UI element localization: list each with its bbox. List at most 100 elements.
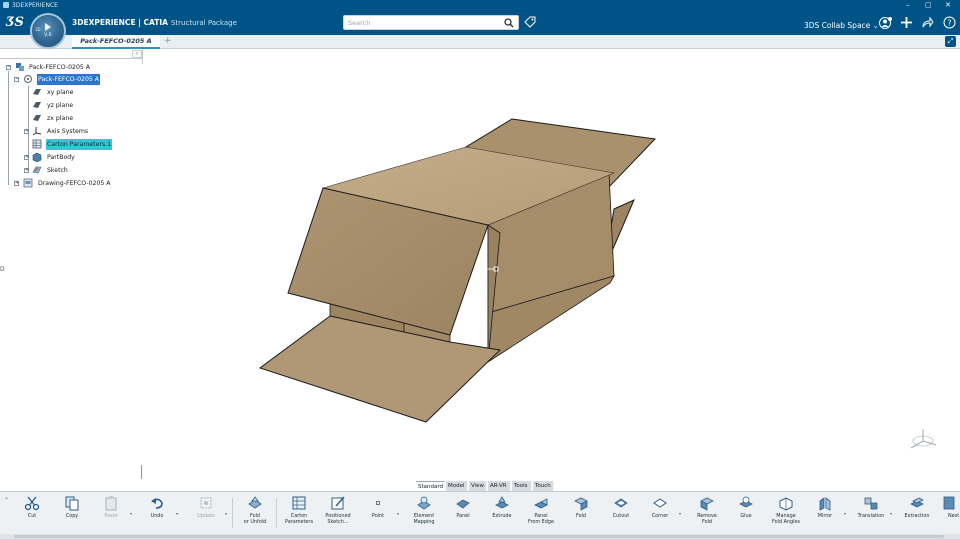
paste-button[interactable]: Paste ▾ (93, 495, 132, 519)
fold-or-unfold-label-2: or Unfold (243, 519, 267, 525)
sketch-pencil-icon (331, 496, 345, 510)
collab-space-selector[interactable]: 3DS Collab Space ⌄ (804, 21, 879, 30)
minimize-button[interactable]: – (906, 0, 910, 11)
mirror-label: Mirror (817, 513, 833, 519)
update-label: Update (197, 513, 215, 519)
dropdown-arrow-icon[interactable]: ▾ (397, 511, 399, 516)
translation-label: Translation (857, 513, 885, 519)
translation-button[interactable]: Translation ▾ (853, 495, 892, 519)
maximize-button[interactable]: ▢ (925, 0, 932, 11)
extraction-button[interactable]: Extraction (899, 495, 935, 519)
copy-icon (65, 496, 79, 511)
toolbar-separator (232, 498, 233, 528)
corner-button[interactable]: Corner ▾ (642, 495, 681, 519)
action-bar: ⌄ Cut Copy Paste ▾ Undo ▾ Update ▾ Fold … (0, 491, 960, 534)
expand-icon[interactable]: + (24, 129, 29, 134)
app-icon (3, 2, 9, 8)
fullscreen-icon[interactable]: ⤢ (945, 36, 956, 47)
tab-standard[interactable]: Standard (416, 481, 445, 491)
app-brand: 3DEXPERIENCE | CATIA Structural Package (72, 18, 237, 27)
dropdown-arrow-icon[interactable]: ▾ (130, 511, 132, 516)
undo-button[interactable]: Undo ▾ (139, 495, 178, 519)
tab-view[interactable]: View (469, 481, 487, 491)
element-mapping-label-2: Mapping (413, 519, 435, 525)
tab-pack-fefco[interactable]: Pack-FEFCO-0205 A (72, 35, 160, 49)
collapse-icon[interactable]: − (14, 77, 19, 82)
copy-button[interactable]: Copy (54, 495, 90, 519)
glue-button[interactable]: Glue (728, 495, 764, 519)
sketch-icon (32, 166, 42, 174)
search-field[interactable]: Search (343, 15, 519, 30)
fold-button[interactable]: Fold (563, 495, 599, 519)
share-icon[interactable] (921, 16, 934, 29)
fold-or-unfold-button[interactable]: Fold or Unfold (237, 495, 273, 525)
help-icon[interactable]: ? (943, 16, 956, 29)
update-button[interactable]: Update ▾ (188, 495, 227, 519)
tag-icon[interactable] (524, 16, 536, 28)
dropdown-arrow-icon[interactable]: ▾ (890, 511, 892, 516)
tree-label: PartBody (47, 154, 75, 161)
extrude-button[interactable]: Extrude (484, 495, 520, 519)
nest-icon (943, 496, 955, 510)
tab-ar-vr[interactable]: AR-VR (488, 481, 511, 491)
gear-icon (23, 74, 33, 84)
positioned-sketch-button[interactable]: Positioned Sketch... (320, 495, 356, 525)
nest-label: Nest (948, 513, 960, 519)
axis-system-icon (32, 127, 42, 136)
fold-unfold-icon (248, 496, 262, 509)
cut-button[interactable]: Cut (14, 495, 50, 519)
play-icon[interactable] (45, 23, 51, 31)
plane-icon (33, 115, 41, 121)
nest-button[interactable]: Nest (938, 495, 960, 519)
point-button[interactable]: Point ▾ (360, 495, 399, 519)
cut-label: Cut (27, 513, 37, 519)
compass-widget[interactable]: 3D V,R (30, 13, 66, 49)
carton-parameters-button[interactable]: Carton Parameters (281, 495, 317, 525)
tab-tools[interactable]: Tools (512, 481, 532, 491)
close-window-button[interactable]: ✕ (945, 0, 951, 11)
element-mapping-button[interactable]: Element Mapping (406, 495, 442, 525)
3d-viewport[interactable] (0, 50, 960, 480)
glue-icon (739, 496, 753, 508)
paste-icon (105, 496, 117, 511)
tab-touch[interactable]: Touch (533, 481, 554, 491)
expand-icon[interactable]: + (24, 168, 29, 173)
remove-fold-icon (700, 497, 714, 511)
collapse-icon[interactable]: − (6, 65, 11, 70)
dropdown-arrow-icon[interactable]: ▾ (176, 511, 178, 516)
panel-from-edge-button[interactable]: Panel From Edge (523, 495, 559, 525)
add-icon[interactable] (900, 16, 913, 29)
manage-fold-angles-label-2: Fold Angles (771, 519, 801, 525)
dropdown-arrow-icon[interactable]: ▾ (844, 511, 846, 516)
cutout-button[interactable]: Cutout (603, 495, 639, 519)
actionbar-collapse-icon[interactable]: ⌄ (4, 494, 9, 501)
remove-fold-button[interactable]: Remove Fold (689, 495, 725, 525)
add-tab-button[interactable]: + (164, 36, 172, 46)
actionbar-scrollbar[interactable] (14, 535, 944, 538)
dropdown-arrow-icon[interactable]: ▾ (679, 511, 681, 516)
carton-parameters-label-2: Parameters (285, 519, 313, 525)
remove-fold-label-2: Fold (701, 519, 713, 525)
tab-model[interactable]: Model (446, 481, 468, 491)
dropdown-arrow-icon[interactable]: ▾ (225, 511, 227, 516)
expand-icon[interactable]: + (24, 155, 29, 160)
svg-text:?: ? (947, 18, 951, 27)
tree-label: Drawing-FEFCO-0205 A (38, 180, 111, 187)
manage-fold-angles-button[interactable]: Manage Fold Angles (768, 495, 804, 525)
tree-collapse-button[interactable]: ‹ (132, 50, 142, 58)
panel-button[interactable]: Panel (445, 495, 481, 519)
mirror-button[interactable]: Mirror ▾ (807, 495, 846, 519)
viewport-divider (141, 465, 142, 479)
update-icon (200, 497, 212, 509)
expand-icon[interactable]: + (14, 181, 19, 186)
mirror-icon (819, 497, 831, 511)
window-title-bar: 3DEXPERIENCE – ▢ ✕ (0, 0, 960, 11)
toolbar-separator (276, 498, 277, 528)
tree-label: zx plane (47, 115, 74, 122)
search-icon[interactable] (504, 18, 514, 28)
axis-orientation-icon[interactable] (908, 428, 938, 452)
carton-box-model[interactable] (0, 50, 960, 480)
user-profile-icon[interactable] (879, 16, 893, 30)
cutout-icon (614, 498, 628, 508)
tree-divider (142, 50, 143, 64)
